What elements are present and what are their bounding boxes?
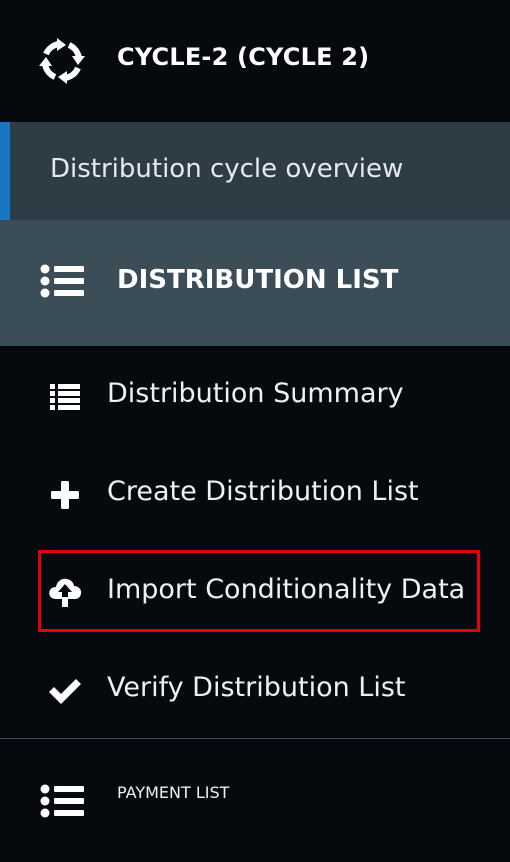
menu-item-label: Create Distribution List <box>107 476 419 507</box>
cycle-refresh-icon <box>39 38 85 84</box>
menu-item-verify-distribution-list[interactable]: Verify Distribution List <box>0 646 510 736</box>
menu-item-label: Verify Distribution List <box>107 672 406 703</box>
active-accent-bar <box>0 122 10 220</box>
cycle-title: CYCLE-2 (CYCLE 2) <box>117 43 370 71</box>
check-icon <box>48 674 82 708</box>
section-distribution-list[interactable]: DISTRIBUTION LIST <box>0 220 510 346</box>
menu-item-distribution-summary[interactable]: Distribution Summary <box>0 352 510 442</box>
menu-item-create-distribution-list[interactable]: Create Distribution List <box>0 450 510 540</box>
list-summary-icon <box>48 380 82 414</box>
highlight-box <box>38 550 480 632</box>
list-icon <box>40 784 84 818</box>
menu-item-label: Distribution Summary <box>107 378 404 409</box>
list-icon <box>40 264 84 298</box>
plus-icon <box>48 478 82 512</box>
section-title-distribution-list: DISTRIBUTION LIST <box>117 265 399 295</box>
cycle-header[interactable]: CYCLE-2 (CYCLE 2) <box>0 0 510 122</box>
section-title-payment-list: PAYMENT LIST <box>117 783 230 802</box>
cycle-overview-label: Distribution cycle overview <box>50 154 404 184</box>
section-payment-list[interactable]: PAYMENT LIST <box>0 739 510 862</box>
